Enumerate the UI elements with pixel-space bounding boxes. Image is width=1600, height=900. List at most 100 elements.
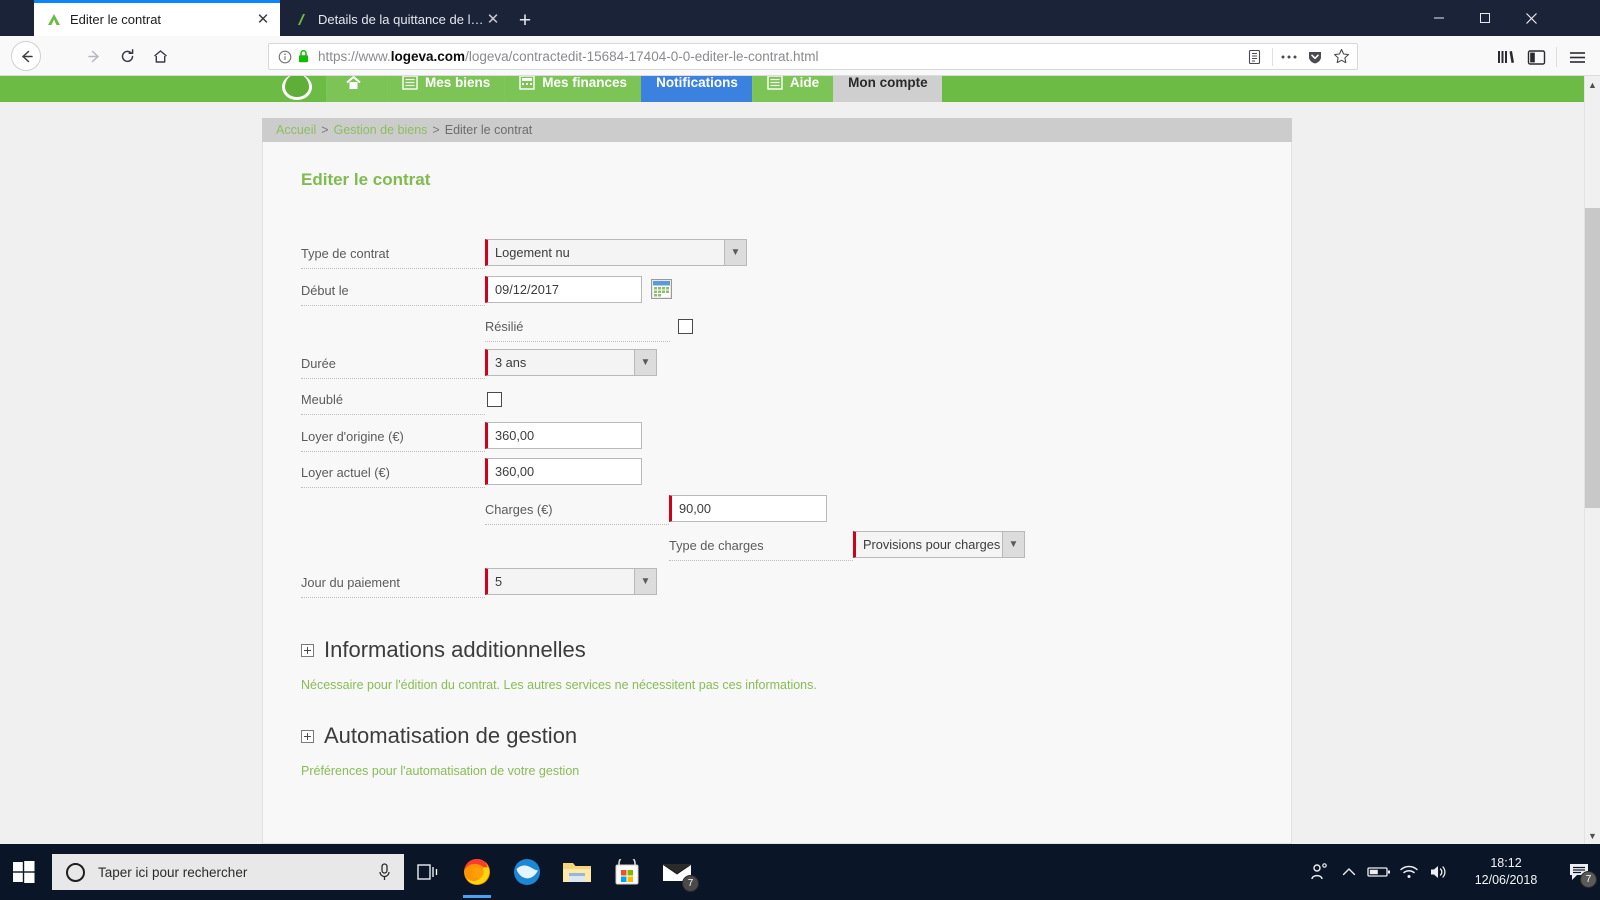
- breadcrumb-item-accueil[interactable]: Accueil: [276, 123, 316, 137]
- back-arrow-icon[interactable]: [11, 41, 41, 71]
- section-header-informations-additionnelles[interactable]: Informations additionnelles: [301, 637, 586, 663]
- browser-tab-inactive[interactable]: Details de la quittance de loyer ✕: [282, 3, 510, 36]
- padlock-icon[interactable]: [297, 49, 310, 64]
- debut-le-input[interactable]: 09/12/2017: [485, 275, 642, 303]
- browser-toolbar-right: [1491, 43, 1592, 71]
- thunderbird-icon[interactable]: [502, 844, 552, 900]
- url-bar[interactable]: https://www.logeva.com/logeva/contracted…: [268, 43, 1358, 70]
- close-icon[interactable]: ✕: [484, 11, 502, 29]
- chevron-down-icon: ▼: [634, 568, 656, 594]
- chevron-down-icon: ▼: [634, 349, 656, 375]
- scrollbar-thumb[interactable]: [1585, 208, 1600, 508]
- search-input[interactable]: Taper ici pour rechercher: [52, 854, 404, 890]
- sidebar-item-mes-finances[interactable]: Mes finances: [504, 76, 642, 102]
- microphone-icon[interactable]: [377, 862, 392, 882]
- resilie-checkbox[interactable]: [678, 319, 693, 334]
- breadcrumb-separator: >: [321, 123, 329, 137]
- pocket-shield-icon[interactable]: [1302, 46, 1328, 68]
- jour-du-paiement-select[interactable]: 5 ▼: [485, 567, 657, 595]
- breadcrumb-separator: >: [432, 123, 440, 137]
- page-title: Editer le contrat: [301, 170, 431, 189]
- input-value: 360,00: [495, 464, 535, 479]
- type-de-charges-select[interactable]: Provisions pour charges ▼: [853, 531, 1025, 558]
- list-icon: [402, 76, 418, 90]
- field-label: Charges (€): [485, 502, 669, 525]
- nav-label: Mes biens: [425, 76, 491, 90]
- logeva-icon: [294, 12, 310, 28]
- system-tray: 18:12 12/06/2018 7: [1304, 844, 1600, 900]
- logeva-logo[interactable]: [268, 76, 326, 102]
- battery-icon[interactable]: [1364, 844, 1394, 900]
- chevron-up-icon[interactable]: ▲: [1585, 76, 1600, 93]
- page-scrollbar[interactable]: ▲ ▼: [1584, 76, 1600, 844]
- field-label: Durée: [301, 356, 485, 379]
- breadcrumb-item-gestion-de-biens[interactable]: Gestion de biens: [334, 123, 428, 137]
- form-row-resilie: Résilié: [263, 311, 1293, 348]
- mail-icon[interactable]: 7: [652, 844, 702, 900]
- sidebar-item-mon-compte[interactable]: Mon compte: [833, 76, 942, 102]
- chevron-down-icon: ▼: [1002, 532, 1024, 557]
- plus-box-icon: [301, 643, 314, 657]
- library-icon[interactable]: [1491, 43, 1521, 71]
- sidebar-item-aide[interactable]: Aide: [751, 76, 834, 102]
- sidebar-item-mes-biens[interactable]: Mes biens: [387, 76, 505, 102]
- calendar-icon[interactable]: [651, 278, 672, 299]
- site-navigation-bar: Mes biens Mes finances Notifications Aid…: [0, 76, 1584, 102]
- divider: [1556, 47, 1557, 67]
- url-text: https://www.logeva.com/logeva/contracted…: [318, 49, 819, 64]
- page-actions-icon[interactable]: [1276, 46, 1302, 68]
- reload-icon[interactable]: [112, 42, 142, 70]
- form-row-duree: Durée 3 ans ▼: [263, 348, 1293, 385]
- sidebar-item-accueil[interactable]: [326, 76, 387, 102]
- meuble-checkbox[interactable]: [487, 392, 502, 407]
- tab-title: Editer le contrat: [70, 12, 162, 27]
- section-header-automatisation-de-gestion[interactable]: Automatisation de gestion: [301, 723, 577, 749]
- breadcrumb: Accueil > Gestion de biens > Editer le c…: [262, 118, 1292, 142]
- form-row-type-de-contrat: Type de contrat Logement nu ▼: [263, 238, 1293, 275]
- window-maximize-button[interactable]: [1462, 0, 1508, 36]
- section-subtitle: Nécessaire pour l'édition du contrat. Le…: [301, 678, 817, 692]
- new-tab-button[interactable]: +: [512, 7, 538, 33]
- loyer-origine-input[interactable]: 360,00: [485, 421, 642, 449]
- people-icon[interactable]: [1304, 844, 1334, 900]
- clock[interactable]: 18:12 12/06/2018: [1454, 844, 1558, 900]
- form-row-loyer-actuel: Loyer actuel (€) 360,00: [263, 457, 1293, 494]
- browser-tab-active[interactable]: Editer le contrat ✕: [34, 3, 280, 36]
- action-center-icon[interactable]: 7: [1558, 844, 1600, 900]
- hamburger-menu-icon[interactable]: [1562, 43, 1592, 71]
- breadcrumb-item-current: Editer le contrat: [444, 123, 533, 137]
- reader-view-icon[interactable]: [1241, 46, 1267, 68]
- charges-input[interactable]: 90,00: [669, 494, 827, 522]
- file-explorer-icon[interactable]: [552, 844, 602, 900]
- star-icon[interactable]: [1328, 46, 1354, 68]
- nav-label: Mes finances: [542, 76, 628, 90]
- field-label: Début le: [301, 283, 485, 306]
- calculator-icon: [519, 76, 535, 90]
- loyer-actuel-input[interactable]: 360,00: [485, 458, 642, 485]
- windows-start-icon[interactable]: [0, 844, 48, 900]
- volume-icon[interactable]: [1424, 844, 1454, 900]
- window-minimize-button[interactable]: [1416, 0, 1462, 36]
- chevron-down-icon[interactable]: ▼: [1585, 827, 1600, 844]
- window-close-button[interactable]: [1508, 0, 1554, 36]
- chevron-up-icon[interactable]: [1334, 844, 1364, 900]
- close-icon[interactable]: ✕: [254, 11, 272, 29]
- sidebar-item-notifications[interactable]: Notifications: [641, 76, 752, 102]
- sidebar-icon[interactable]: [1521, 43, 1551, 71]
- duree-select[interactable]: 3 ans ▼: [485, 348, 657, 376]
- tab-title: Details de la quittance de loyer: [318, 12, 484, 27]
- type-de-contrat-select[interactable]: Logement nu ▼: [485, 239, 747, 266]
- nav-label: Aide: [789, 76, 820, 90]
- browser-titlebar: Editer le contrat ✕ Details de la quitta…: [0, 0, 1600, 36]
- home-icon[interactable]: [145, 42, 175, 70]
- field-label: Loyer d'origine (€): [301, 429, 485, 452]
- firefox-icon[interactable]: [452, 844, 502, 900]
- form-row-type-de-charges: Type de charges Provisions pour charges …: [263, 530, 1293, 567]
- form-row-loyer-origine: Loyer d'origine (€) 360,00: [263, 421, 1293, 458]
- microsoft-store-icon[interactable]: [602, 844, 652, 900]
- wifi-icon[interactable]: [1394, 844, 1424, 900]
- task-view-icon[interactable]: [404, 844, 452, 900]
- search-placeholder: Taper ici pour rechercher: [98, 864, 248, 880]
- info-icon[interactable]: [277, 49, 293, 65]
- select-value: Logement nu: [495, 245, 570, 260]
